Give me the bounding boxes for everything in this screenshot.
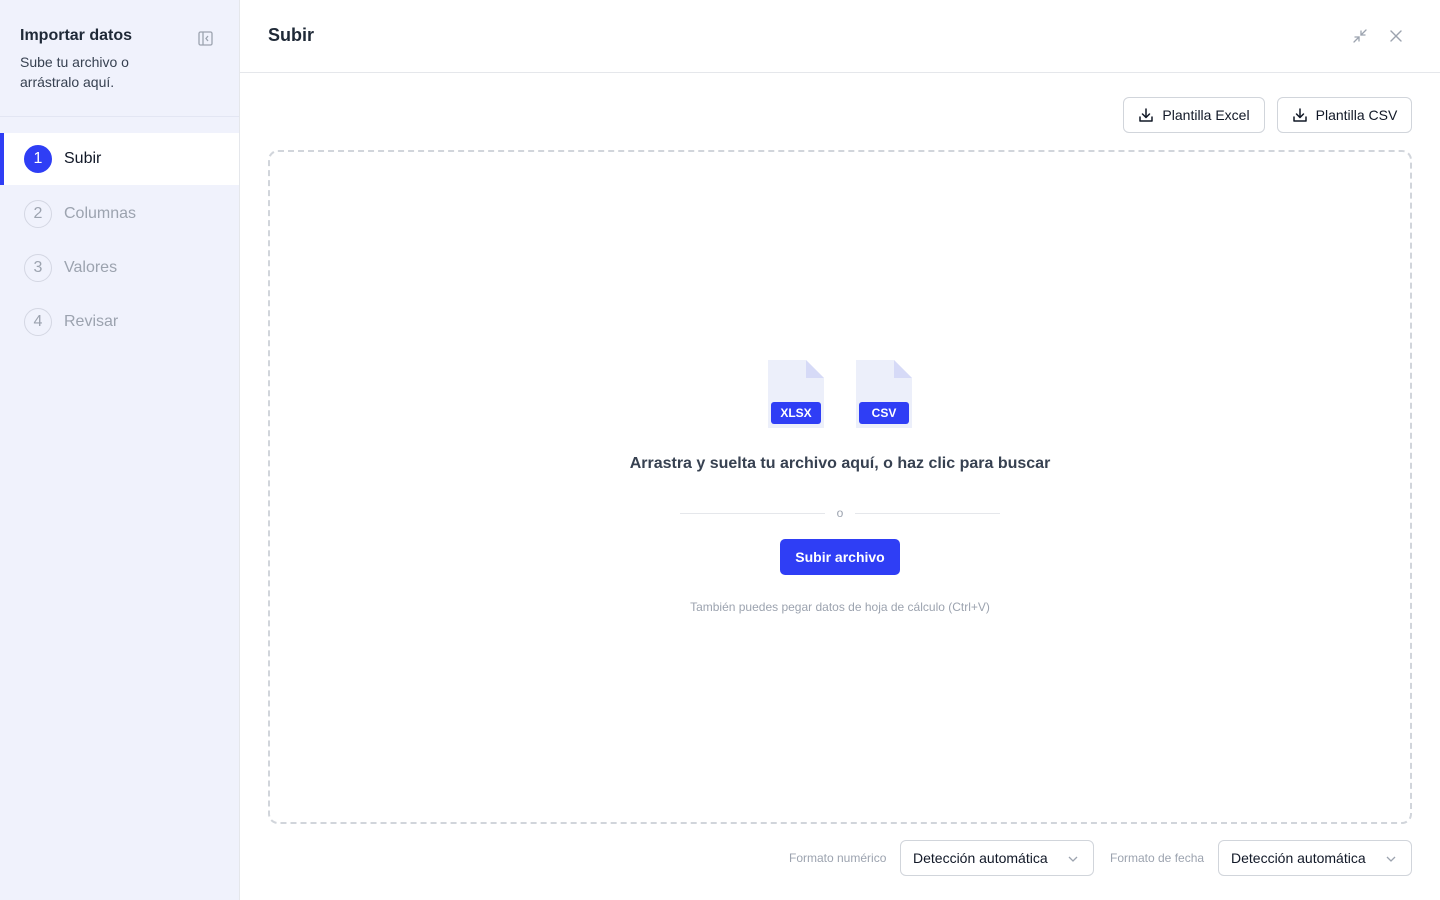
collapse-sidebar-icon[interactable]: [196, 29, 214, 47]
divider-line: [855, 512, 1000, 514]
number-format-value: Detección automática: [913, 850, 1048, 866]
download-icon: [1139, 108, 1154, 122]
file-type-badge: CSV: [859, 402, 909, 424]
dropzone-title: Arrastra y suelta tu archivo aquí, o haz…: [629, 455, 1051, 472]
step-label: Revisar: [64, 313, 119, 330]
step-upload[interactable]: 1 Subir: [0, 133, 239, 185]
or-divider: o: [680, 505, 1000, 521]
step-number: 3: [24, 254, 52, 282]
step-number: 1: [24, 145, 52, 173]
page-title: Subir: [268, 25, 315, 45]
csv-file-icon: CSV: [856, 360, 912, 428]
step-number: 4: [24, 308, 52, 336]
chevron-down-icon: [1385, 853, 1397, 865]
csv-template-label: Plantilla CSV: [1315, 107, 1398, 123]
csv-template-button[interactable]: Plantilla CSV: [1277, 97, 1412, 133]
excel-template-label: Plantilla Excel: [1162, 107, 1250, 123]
step-number: 2: [24, 200, 52, 228]
file-dropzone[interactable]: XLSX CSV Arrastra y suelta tu archivo aq…: [268, 150, 1412, 824]
xlsx-file-icon: XLSX: [768, 360, 824, 428]
chevron-down-icon: [1067, 853, 1079, 865]
step-columns[interactable]: 2 Columnas: [0, 187, 239, 241]
paste-hint: También puedes pegar datos de hoja de cá…: [690, 600, 990, 614]
step-values[interactable]: 3 Valores: [0, 241, 239, 295]
step-label: Columnas: [64, 205, 137, 222]
excel-template-button[interactable]: Plantilla Excel: [1123, 97, 1265, 133]
step-label: Subir: [64, 150, 102, 167]
top-bar: Subir: [240, 0, 1440, 73]
step-list: 1 Subir 2 Columnas 3 Valores 4 Revisar: [0, 133, 239, 349]
or-text: o: [836, 506, 844, 520]
close-icon[interactable]: [1387, 27, 1405, 45]
number-format-select[interactable]: Detección automática: [900, 840, 1094, 876]
minimize-icon[interactable]: [1351, 27, 1369, 45]
step-review[interactable]: 4 Revisar: [0, 295, 239, 349]
date-format-value: Detección automática: [1231, 850, 1366, 866]
download-icon: [1292, 108, 1307, 122]
step-label: Valores: [64, 259, 118, 276]
sidebar-subtitle: Sube tu archivo o arrástralo aquí.: [20, 54, 129, 90]
upload-file-button[interactable]: Subir archivo: [780, 539, 900, 575]
number-format-label: Formato numérico: [789, 851, 887, 865]
date-format-select[interactable]: Detección automática: [1218, 840, 1412, 876]
sidebar-header: Importar datos Sube tu archivo o arrástr…: [0, 0, 239, 117]
sidebar-title: Importar datos: [20, 27, 133, 44]
divider-line: [680, 512, 825, 514]
file-type-badge: XLSX: [771, 402, 821, 424]
sidebar: Importar datos Sube tu archivo o arrástr…: [0, 0, 240, 900]
date-format-label: Formato de fecha: [1110, 851, 1205, 865]
